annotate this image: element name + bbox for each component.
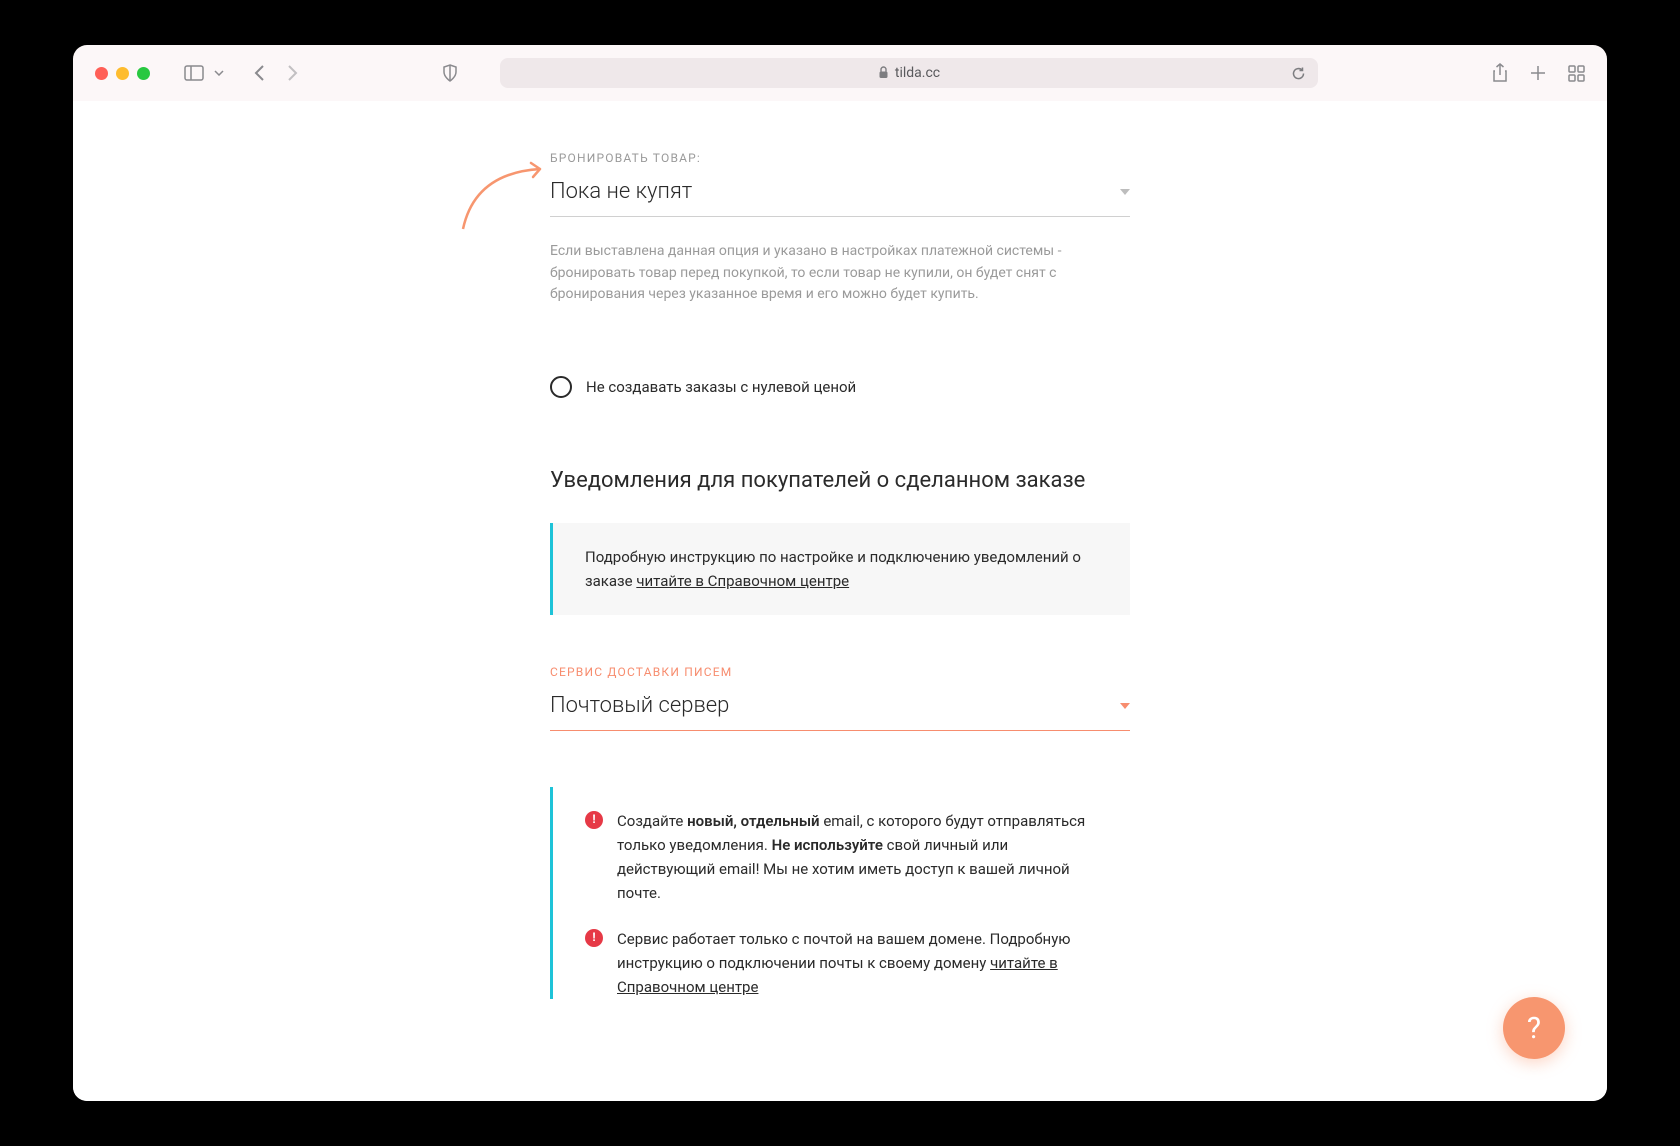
nav-buttons (254, 64, 298, 82)
zero-price-label: Не создавать заказы с нулевой ценой (586, 378, 856, 396)
address-bar[interactable]: tilda.cc (500, 58, 1318, 88)
reserve-select[interactable]: Пока не купят (550, 179, 1130, 217)
reserve-help-text: Если выставлена данная опция и указано в… (550, 241, 1130, 306)
chevron-down-icon (1120, 703, 1130, 709)
refresh-icon[interactable] (1291, 66, 1306, 81)
page-content: БРОНИРОВАТЬ ТОВАР: Пока не купят Если вы… (73, 101, 1607, 1101)
checkbox-circle-icon (550, 376, 572, 398)
info-help-link[interactable]: читайте в Справочном центре (636, 572, 849, 590)
new-tab-icon[interactable] (1530, 65, 1546, 81)
lock-icon (878, 64, 889, 83)
notifications-info-box: Подробную инструкцию по настройке и подк… (550, 523, 1130, 615)
url-text: tilda.cc (895, 65, 940, 81)
delivery-select[interactable]: Почтовый сервер (550, 693, 1130, 731)
delivery-label: СЕРВИС ДОСТАВКИ ПИСЕМ (550, 665, 1130, 679)
annotation-arrow (455, 153, 555, 233)
browser-window: tilda.cc БРОНИРОВАТЬ ТОВАР: (73, 45, 1607, 1101)
delivery-value: Почтовый сервер (550, 693, 729, 718)
tabs-overview-icon[interactable] (1568, 65, 1585, 82)
back-button[interactable] (254, 64, 266, 82)
traffic-lights (95, 67, 150, 80)
reserve-label: БРОНИРОВАТЬ ТОВАР: (550, 151, 1130, 165)
window-zoom-button[interactable] (137, 67, 150, 80)
notifications-heading: Уведомления для покупателей о сделанном … (550, 468, 1130, 493)
chevron-down-icon (1120, 189, 1130, 195)
exclamation-icon: ! (585, 929, 603, 947)
sidebar-toggle-group (184, 65, 224, 81)
window-close-button[interactable] (95, 67, 108, 80)
reserve-value: Пока не купят (550, 179, 692, 204)
warning-item-1: ! Создайте новый, отдельный email, с кот… (585, 809, 1098, 905)
zero-price-checkbox[interactable]: Не создавать заказы с нулевой ценой (550, 376, 1130, 398)
warning-item-2: ! Сервис работает только с почтой на ваш… (585, 927, 1098, 999)
help-fab-button[interactable]: ? (1503, 997, 1565, 1059)
forward-button[interactable] (286, 64, 298, 82)
shield-icon[interactable] (442, 64, 458, 82)
chevron-down-icon[interactable] (214, 70, 224, 76)
warning-2-text: Сервис работает только с почтой на вашем… (617, 927, 1098, 999)
browser-toolbar: tilda.cc (73, 45, 1607, 101)
window-minimize-button[interactable] (116, 67, 129, 80)
delivery-warnings-box: ! Создайте новый, отдельный email, с кот… (550, 787, 1130, 999)
sidebar-icon[interactable] (184, 65, 204, 81)
toolbar-right-group (1492, 63, 1585, 83)
warning-1-text: Создайте новый, отдельный email, с котор… (617, 809, 1098, 905)
question-icon: ? (1527, 1011, 1541, 1046)
share-icon[interactable] (1492, 63, 1508, 83)
exclamation-icon: ! (585, 811, 603, 829)
